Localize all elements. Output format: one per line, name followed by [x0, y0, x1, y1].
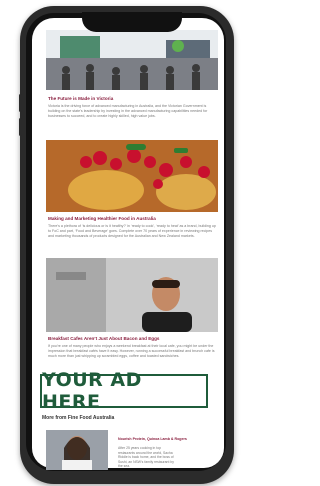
ad-banner[interactable]: YOUR AD HERE	[40, 369, 208, 413]
article-headline[interactable]: Breakfast Cafes Aren’t Just About Bacon …	[48, 336, 216, 342]
chef-portrait-illustration	[46, 258, 218, 332]
volume-up-button	[19, 94, 22, 112]
phone-notch	[82, 12, 182, 32]
article-image-expo[interactable]	[46, 30, 218, 90]
pasta-tomatoes-illustration	[46, 140, 218, 212]
card-text: After 25 years cooking in top restaurant…	[118, 446, 174, 469]
volume-down-button	[19, 118, 22, 136]
card-image-woman[interactable]	[46, 430, 108, 470]
article-image-chef[interactable]	[46, 258, 218, 332]
expo-hall-illustration	[46, 30, 218, 90]
article-image-food[interactable]	[46, 140, 218, 212]
article-headline[interactable]: Making and Marketing Healthier Food in A…	[48, 216, 216, 222]
woman-portrait-illustration	[46, 430, 108, 470]
article-body: There’s a plethora of ‘is delicious or i…	[48, 224, 216, 238]
section-title: More from Fine Food Australia	[42, 415, 115, 421]
article-body: Victoria is the driving force of advance…	[48, 104, 208, 118]
article-headline[interactable]: The Future is Made in Victoria	[48, 96, 216, 102]
article-body: If you’re one of many people who enjoys …	[48, 344, 215, 358]
card-title[interactable]: Nourish Protein, Quinoa Lamb & Rogers	[118, 437, 187, 441]
